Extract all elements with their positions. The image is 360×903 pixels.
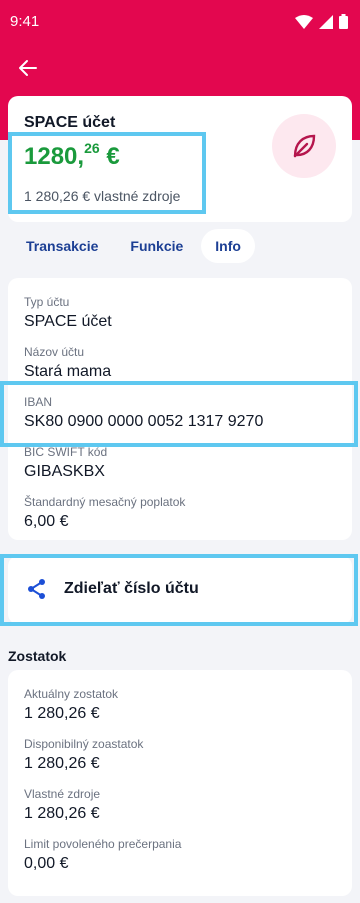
own-funds-value: 1 280,26 € [24, 805, 100, 822]
amount-decimals: 26 [84, 140, 100, 156]
status-time: 9:41 [10, 13, 40, 30]
bic-value: GIBASKBX [24, 463, 105, 480]
available-balance-value: 1 280,26 € [24, 755, 100, 772]
back-button[interactable] [16, 56, 40, 80]
status-icons [295, 14, 348, 29]
share-account-label: Zdieľať číslo účtu [64, 580, 199, 597]
balance-card: Aktuálny zostatok 1 280,26 € Disponibiln… [8, 670, 352, 896]
status-bar: 9:41 [0, 0, 360, 44]
account-name: SPACE účet [24, 114, 116, 131]
account-icon-badge [272, 114, 336, 178]
signal-icon [319, 14, 333, 29]
amount-currency: € [106, 143, 120, 170]
current-balance-label: Aktuálny zostatok [24, 687, 119, 701]
arrow-left-icon [19, 60, 37, 76]
battery-icon [339, 14, 348, 29]
iban-label: IBAN [24, 395, 53, 409]
current-balance-value: 1 280,26 € [24, 705, 100, 722]
overdraft-limit-label: Limit povoleného prečerpania [24, 837, 182, 851]
wifi-icon [295, 14, 313, 29]
monthly-fee-value: 6,00 € [24, 513, 69, 530]
account-name-label: Názov účtu [24, 345, 85, 359]
tab-funkcie[interactable]: Funkcie [116, 229, 197, 263]
leaf-icon [293, 134, 316, 158]
monthly-fee-label: Štandardný mesačný poplatok [24, 495, 186, 509]
account-balance: 1280,26 € [24, 140, 120, 171]
iban-value[interactable]: SK80 0900 0000 0052 1317 9270 [24, 413, 263, 431]
amount-main: 1280, [24, 143, 85, 170]
account-name-value: Stará mama [24, 363, 112, 380]
bic-label: BIC SWIFT kód [24, 445, 108, 459]
account-card: SPACE účet 1280,26 € 1 280,26 € vlastné … [8, 96, 352, 222]
own-funds: 1 280,26 € vlastné zdroje [24, 188, 181, 204]
tab-transakcie[interactable]: Transakcie [12, 229, 112, 263]
available-balance-label: Disponibilný zoastatok [24, 737, 144, 751]
share-icon [28, 579, 45, 599]
own-funds-label: Vlastné zdroje [24, 787, 101, 801]
overdraft-limit-value: 0,00 € [24, 855, 69, 872]
tab-info[interactable]: Info [201, 229, 255, 263]
account-type-label: Typ účtu [24, 295, 70, 309]
account-type-value: SPACE účet [24, 313, 112, 330]
balance-section-title: Zostatok [8, 648, 67, 664]
tab-bar: Transakcie Funkcie Info [12, 229, 255, 263]
account-info-card: Typ účtu SPACE účet Názov účtu Stará mam… [8, 278, 352, 540]
share-account-button[interactable]: Zdieľať číslo účtu [8, 556, 352, 624]
